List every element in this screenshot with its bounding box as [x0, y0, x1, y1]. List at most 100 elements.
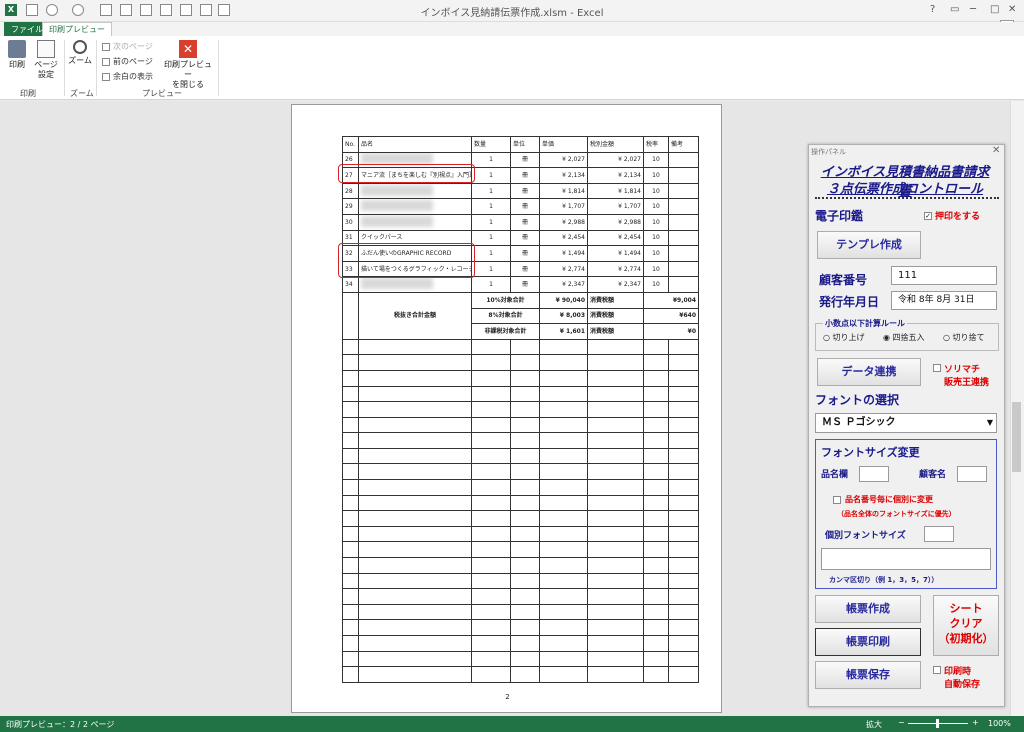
font-select[interactable]: ＭＳ Ｐゴシック ▼: [815, 413, 997, 433]
close-preview-button[interactable]: ✕ 印刷プレビュー を閉じる: [162, 40, 214, 90]
status-text: 印刷プレビュー：2 / 2 ページ: [6, 720, 115, 729]
print-page: No. 品名 数量 単位 単価 税別金額 税率 備考 26 1 冊 ¥ 2,027 ¥ …: [291, 104, 722, 713]
help-button[interactable]: ?: [930, 4, 935, 15]
empty-row: [342, 338, 699, 356]
comma-note: カンマ区切り（例 1，3，5，7））: [829, 576, 939, 584]
empty-row: [342, 463, 699, 481]
zoom-button[interactable]: ズーム: [68, 40, 92, 66]
individual-size-field[interactable]: [924, 526, 954, 542]
empty-row: [342, 354, 699, 371]
empty-row: [342, 588, 699, 605]
create-form-button[interactable]: 帳票作成: [815, 595, 921, 623]
blurred-item-name: [361, 184, 433, 196]
round-half-radio[interactable]: ◉ 四捨五入: [883, 332, 925, 343]
item-name-cell: [358, 182, 472, 200]
divider-stars: [815, 197, 999, 199]
zoom-slider-thumb[interactable]: [936, 719, 939, 728]
table-row: 28 1 冊 ¥ 1,814 ¥ 1,814 10: [342, 182, 699, 200]
item-name-cell: [358, 276, 472, 293]
issue-date-label: 発行年月日: [819, 295, 880, 309]
panel-heading-2: ３点伝票作成コントロール: [826, 182, 983, 197]
prev-page-button[interactable]: 前のページ: [102, 56, 153, 67]
group-label-zoom: ズーム: [70, 89, 94, 98]
blurred-item-name: [361, 200, 433, 212]
invoice-table: No. 品名 数量 単位 単価 税別金額 税率 備考 26 1 冊 ¥ 2,027 ¥ …: [342, 136, 699, 683]
page-setup-button[interactable]: ページ 設定: [32, 40, 60, 80]
sheet-clear-button[interactable]: シート クリア （初期化）: [933, 595, 999, 656]
empty-row: [342, 432, 699, 449]
sorimachi-checkbox[interactable]: ソリマチ 販売王連携: [933, 362, 989, 388]
table-row: 29 1 冊 ¥ 1,707 ¥ 1,707 10: [342, 198, 699, 215]
zoom-in-button[interactable]: +: [972, 718, 979, 727]
print-form-button[interactable]: 帳票印刷: [815, 628, 921, 656]
empty-row: [342, 603, 699, 621]
stamp-label: 電子印鑑: [815, 209, 864, 223]
minimize-button[interactable]: ─: [970, 4, 976, 15]
zoom-out-button[interactable]: −: [898, 718, 905, 727]
font-select-label: フォントの選択: [815, 393, 900, 407]
summary-row: 税抜き合計金額 10%対象合計 ¥ 90,040 消費税額 ¥9,004: [342, 291, 699, 340]
item-col-size-field[interactable]: [859, 466, 889, 482]
checked-icon: ✓: [924, 211, 932, 220]
header-cell: 税別金額: [587, 136, 644, 153]
page-number: 2: [505, 693, 510, 701]
blurred-item-name: [361, 215, 433, 227]
checkbox-icon: [102, 72, 110, 81]
panel-close-icon[interactable]: ✕: [992, 145, 1000, 156]
table-row: 30 1 冊 ¥ 2,988 ¥ 2,988 10: [342, 213, 699, 231]
empty-row: [342, 541, 699, 559]
zoom-value: 100%: [988, 719, 1011, 728]
ribbon: 印刷 ページ 設定 ズーム 次のページ 前のページ 余白の表示 ✕ 印刷プレビュ…: [0, 36, 1024, 100]
issue-date-field[interactable]: 令和 8年 8月 31日: [891, 291, 997, 310]
blurred-item-name: [361, 153, 433, 165]
customer-no-field[interactable]: 111: [891, 266, 997, 285]
next-page-button[interactable]: 次のページ: [102, 41, 153, 52]
individual-size-checkbox[interactable]: 品名番号毎に個別に変更: [833, 494, 933, 505]
empty-row: [342, 401, 699, 418]
template-create-button[interactable]: テンプレ作成: [817, 231, 921, 259]
scroll-thumb[interactable]: [1012, 402, 1021, 472]
ribbon-display-button[interactable]: ▭: [950, 4, 959, 15]
highlight-box-27: [338, 164, 475, 183]
empty-row: [342, 572, 699, 590]
empty-row: [342, 416, 699, 434]
individual-size-label: 個別フォントサイズ: [825, 531, 906, 541]
empty-row: [342, 479, 699, 496]
prev-page-icon: [102, 57, 110, 66]
show-margins-checkbox[interactable]: 余白の表示: [102, 71, 153, 82]
empty-row: [342, 525, 699, 543]
zoom-label: 拡大: [866, 720, 882, 729]
status-bar: 印刷プレビュー：2 / 2 ページ 拡大 − + 100%: [0, 716, 1024, 732]
maximize-button[interactable]: □: [990, 4, 999, 15]
empty-row: [342, 635, 699, 652]
page-setup-icon: [37, 40, 55, 58]
header-cell: 備考: [668, 136, 699, 153]
empty-row: [342, 369, 699, 387]
empty-row: [342, 494, 699, 512]
blurred-item-name: [361, 278, 433, 290]
empty-row: [342, 385, 699, 403]
header-cell: 単価: [539, 136, 588, 153]
chevron-down-icon: ▼: [986, 418, 993, 427]
close-button[interactable]: ✕: [1008, 4, 1016, 15]
table-row: 34 1 冊 ¥ 2,347 ¥ 2,347 10: [342, 276, 699, 293]
item-name-cell: [358, 213, 472, 231]
auto-save-checkbox[interactable]: 印刷時 自動保存: [933, 664, 980, 690]
individual-numbers-field[interactable]: [821, 548, 991, 570]
individual-note: （品名全体のフォントサイズに優先）: [837, 510, 956, 518]
item-name-cell: [358, 198, 472, 215]
checkbox-icon: [933, 364, 941, 372]
round-down-radio[interactable]: ○ 切り捨て: [943, 332, 985, 343]
stamp-checkbox[interactable]: ✓ 押印をする: [924, 209, 980, 222]
empty-row: [342, 666, 699, 683]
empty-row: [342, 619, 699, 636]
save-form-button[interactable]: 帳票保存: [815, 661, 921, 689]
customer-name-size-field[interactable]: [957, 466, 987, 482]
header-cell: 税率: [643, 136, 669, 153]
data-link-button[interactable]: データ連携: [817, 358, 921, 386]
subtotal-label: 税抜き合計金額: [358, 291, 472, 340]
round-up-radio[interactable]: ○ 切り上げ: [823, 332, 865, 343]
print-button[interactable]: 印刷: [6, 40, 28, 70]
tab-print-preview[interactable]: 印刷プレビュー: [42, 22, 112, 36]
control-panel: 操作パネル ✕ インボイス見積書納品書請求書 ３点伝票作成コントロール 電子印鑑…: [808, 144, 1005, 707]
